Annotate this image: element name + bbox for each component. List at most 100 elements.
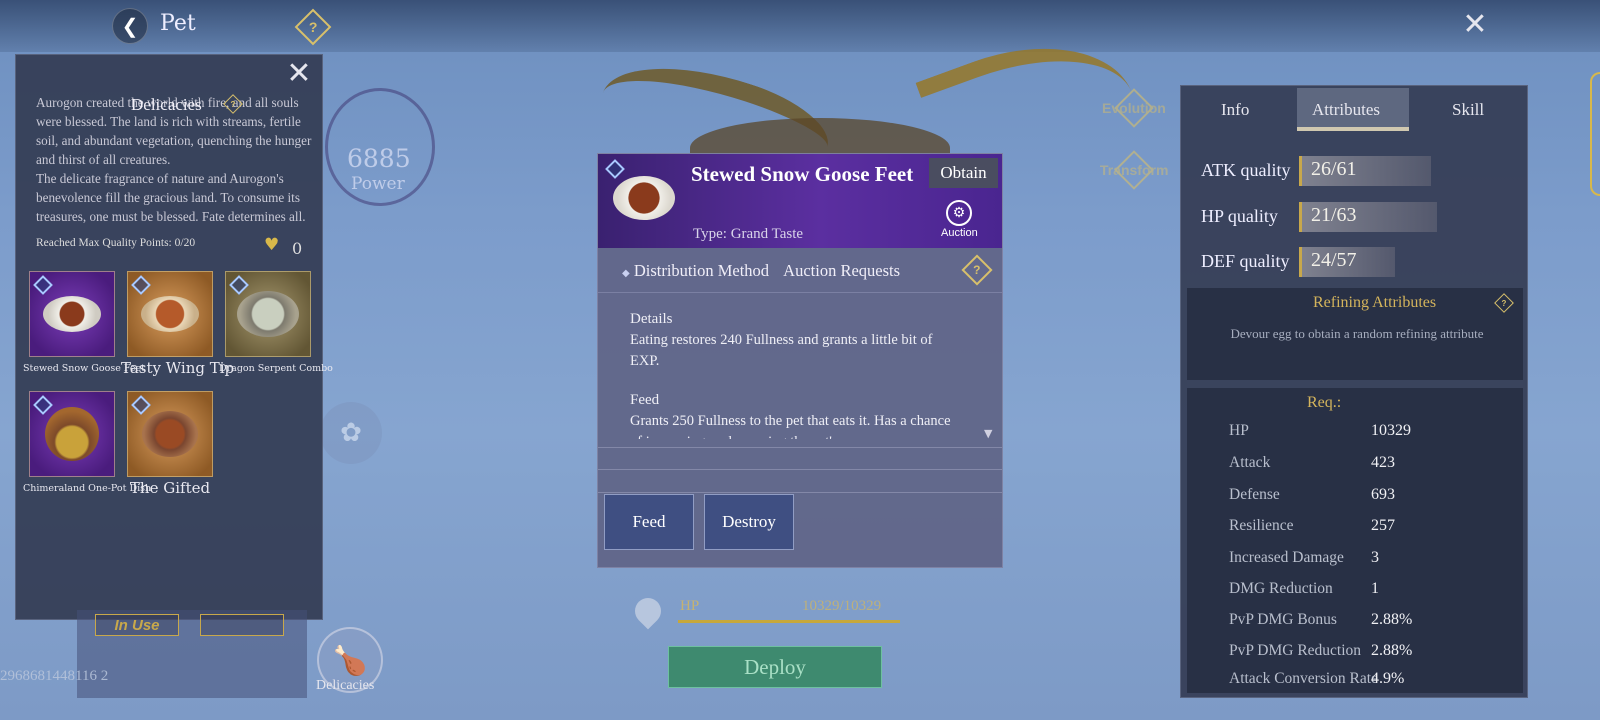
refining-box: Refining Attributes ? Devour egg to obta… (1187, 288, 1523, 380)
quality-points: Reached Max Quality Points: 0/20 (36, 237, 196, 249)
food-bowl-icon (237, 291, 299, 337)
food-dish-icon (141, 296, 199, 332)
stat-name: Attack Conversion Rate (1229, 670, 1378, 687)
pet-slot[interactable] (200, 614, 284, 636)
stat-name: HP (1229, 422, 1249, 439)
wing-icon[interactable]: ✿ (320, 402, 382, 464)
item-type: Type: Grand Taste (693, 226, 804, 242)
popup-header: Stewed Snow Goose Feet Obtain ⚙ Auction … (598, 154, 1002, 248)
distribution-method: Distribution Method (633, 261, 770, 280)
details-head-row: ◆Details (630, 309, 960, 330)
stat-value: 3 (1371, 549, 1379, 566)
stat-name: DMG Reduction (1229, 580, 1333, 597)
close-panel-button[interactable]: ✕ (284, 59, 314, 89)
food-label: Tasty Wing Tip (121, 359, 235, 377)
details-section: ◆Details Eating restores 240 Fullness an… (630, 309, 960, 439)
distribution-text: ◆ Distribution Method Auction Requests (622, 261, 900, 281)
stat-value: 693 (1371, 486, 1395, 503)
stat-value: 4.9% (1371, 670, 1405, 687)
food-item[interactable]: Dragon Serpent Combo (219, 271, 333, 374)
stat-name: Resilience (1229, 517, 1294, 534)
divider (598, 492, 1002, 493)
food-card[interactable] (127, 391, 213, 477)
food-item[interactable]: Chimeraland One-Pot Dish (23, 391, 151, 494)
transform-button[interactable]: Transform (1100, 150, 1168, 190)
requirements-box: Req.: HP 10329 Attack 423 Defense 693 Re… (1187, 388, 1523, 693)
quality-badge-icon (229, 275, 249, 295)
evolution-label: Evolution (1102, 100, 1166, 116)
distribution-row: ◆ Distribution Method Auction Requests ? (598, 249, 1002, 293)
divider (598, 469, 1002, 470)
top-bar (0, 0, 1600, 52)
question-icon: ? (973, 263, 981, 277)
refining-help-button[interactable]: ? (1494, 293, 1514, 313)
food-label: Chimeraland One-Pot Dish (23, 483, 152, 494)
food-card[interactable] (29, 271, 115, 357)
details-heading: Details (630, 311, 673, 327)
delicacies-title: Delicacies (131, 95, 202, 114)
hp-quality-label: HP quality (1201, 206, 1278, 226)
side-tab[interactable] (1590, 72, 1600, 196)
stat-value: 423 (1371, 454, 1395, 471)
food-card[interactable] (225, 271, 311, 357)
stat-name: Defense (1229, 486, 1280, 503)
refining-title: Refining Attributes (1313, 294, 1437, 311)
power-value: 6885 (347, 144, 411, 173)
details-text: Eating restores 240 Fullness and grants … (630, 332, 933, 369)
requirements-title: Req.: (1307, 394, 1342, 411)
hp-label: HP (680, 598, 700, 614)
destroy-button[interactable]: Destroy (704, 494, 794, 550)
delicacies-panel: ✕ Aurogon created the world with fire, a… (15, 54, 333, 620)
stat-value: 1 (1371, 580, 1379, 597)
user-id: 2968681448116 2 (0, 668, 109, 684)
auction-requests[interactable]: Auction Requests (783, 261, 900, 280)
stat-value: 2.88% (1371, 642, 1413, 659)
obtain-button[interactable]: Obtain (929, 158, 998, 188)
heart-icon: ♥ (264, 235, 280, 255)
feed-head-row: ◆Feed (630, 390, 960, 411)
quality-badge-icon (131, 395, 151, 415)
close-page-button[interactable]: ✕ (1460, 10, 1490, 40)
auction-label: Auction (941, 227, 978, 239)
atk-quality-value: 26/61 (1311, 158, 1357, 180)
tab-info[interactable]: Info (1221, 100, 1249, 120)
def-quality-value: 24/57 (1311, 249, 1357, 271)
food-item[interactable]: Tasty Wing Tip (121, 271, 234, 377)
tab-attributes[interactable]: Attributes (1312, 100, 1380, 120)
tab-skill[interactable]: Skill (1452, 100, 1484, 120)
heart-count: 0 (292, 239, 303, 258)
hp-values: 10329/10329 (802, 598, 882, 614)
scroll-down-icon[interactable]: ▼ (984, 427, 992, 440)
water-drop-icon (629, 592, 667, 630)
food-item[interactable]: Stewed Snow Goose Feet (23, 271, 145, 374)
question-icon: ? (1501, 298, 1507, 308)
food-label: Dragon Serpent Combo (219, 363, 333, 374)
food-icon: 🍗 (332, 643, 368, 677)
hp-quality-value: 21/63 (1311, 204, 1357, 226)
question-icon: ? (308, 19, 318, 35)
food-card[interactable] (29, 391, 115, 477)
deploy-button[interactable]: Deploy (668, 646, 882, 688)
refining-description: Devour egg to obtain a random refining a… (1230, 326, 1484, 341)
stat-name: PvP DMG Bonus (1229, 611, 1337, 628)
distribution-help-button[interactable]: ? (961, 254, 993, 286)
power-label: Power (351, 174, 405, 194)
food-pot-icon (45, 407, 99, 461)
food-item[interactable]: The Gifted (127, 391, 219, 497)
auction-icon[interactable]: ⚙ (946, 200, 972, 226)
item-detail-popup: Stewed Snow Goose Feet Obtain ⚙ Auction … (597, 153, 1003, 568)
transform-label: Transform (1099, 162, 1169, 178)
quality-badge-icon (33, 395, 53, 415)
def-quality-label: DEF quality (1201, 251, 1290, 271)
quality-badge-icon (33, 275, 53, 295)
hp-bar (678, 620, 900, 623)
back-button[interactable]: ❮ (112, 8, 148, 44)
food-dish-icon (43, 296, 101, 332)
stat-name: Increased Damage (1229, 549, 1344, 566)
stat-value: 10329 (1371, 422, 1411, 439)
quality-badge-icon (605, 159, 625, 179)
feed-button[interactable]: Feed (604, 494, 694, 550)
in-use-badge: In Use (95, 614, 179, 636)
delicacies-label: Delicacies (316, 678, 375, 693)
food-card[interactable] (127, 271, 213, 357)
